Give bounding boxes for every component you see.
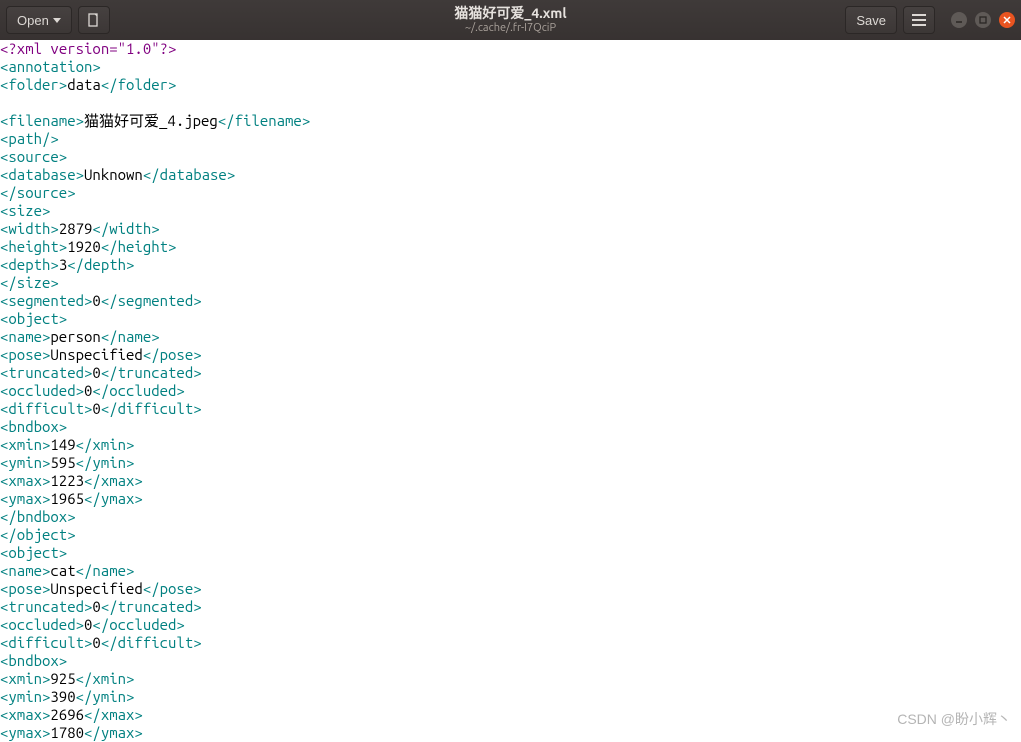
open-label: Open: [17, 13, 49, 28]
window-subtitle: ~/.cache/.fr-I7QciP: [454, 22, 566, 35]
title-area: 猫猫好可爱_4.xml ~/.cache/.fr-I7QciP: [454, 5, 566, 35]
hamburger-icon: [912, 14, 926, 26]
maximize-icon: [979, 16, 987, 24]
new-document-button[interactable]: [78, 6, 110, 34]
minimize-button[interactable]: [951, 12, 967, 28]
window-title: 猫猫好可爱_4.xml: [454, 5, 566, 22]
editor-content[interactable]: <?xml version="1.0"?> <annotation> <fold…: [0, 40, 1021, 742]
titlebar: Open 猫猫好可爱_4.xml ~/.cache/.fr-I7QciP Sav…: [0, 0, 1021, 40]
maximize-button[interactable]: [975, 12, 991, 28]
chevron-down-icon: [53, 18, 61, 23]
watermark: CSDN @盼小辉丶: [897, 709, 1011, 729]
document-icon: [87, 13, 101, 27]
open-button[interactable]: Open: [6, 6, 72, 34]
save-button[interactable]: Save: [845, 6, 897, 34]
close-button[interactable]: [999, 12, 1015, 28]
close-icon: [1003, 16, 1011, 24]
menu-button[interactable]: [903, 6, 935, 34]
minimize-icon: [955, 16, 963, 24]
